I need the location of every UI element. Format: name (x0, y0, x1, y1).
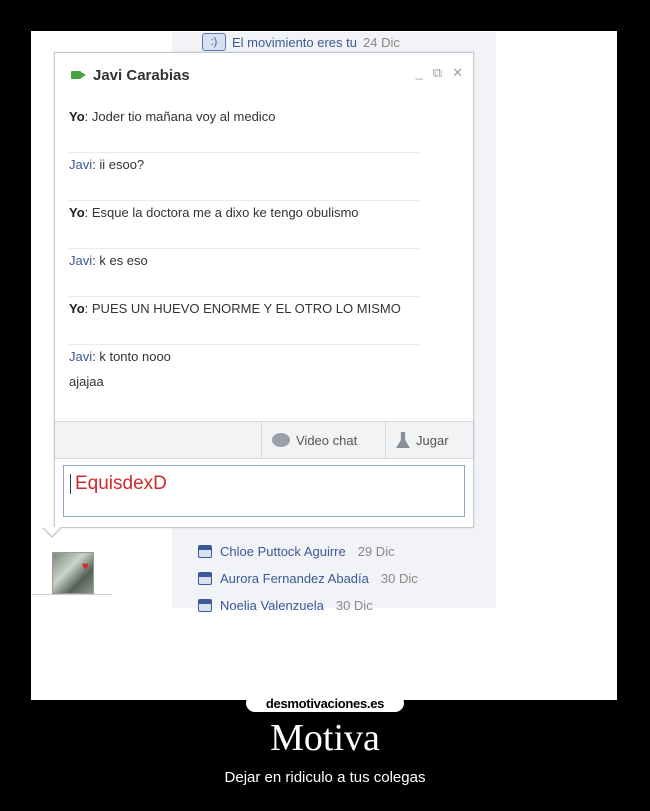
message-text: : PUES UN HUEVO ENORME Y EL OTRO LO MISM… (84, 301, 401, 316)
message-text: : ii esoo? (92, 157, 145, 172)
game-piece-icon (396, 432, 410, 448)
message-sender[interactable]: Yo (69, 109, 85, 124)
video-camera-icon (71, 71, 86, 79)
minimize-icon[interactable]: _ (416, 65, 423, 81)
video-chat-icon (272, 433, 290, 447)
notification-date: 24 Dic (363, 34, 400, 50)
message-text: : k tonto nooo (92, 349, 171, 364)
message: Javi: k es eso (69, 249, 419, 297)
chat-title[interactable]: Javi Carabias (93, 67, 190, 84)
notification-text: El movimiento eres tu (232, 34, 357, 50)
message: Javi: ii esoo? (69, 153, 419, 201)
friend-name[interactable]: Noelia Valenzuela (220, 598, 324, 613)
top-notification[interactable]: :) El movimiento eres tu 24 Dic (202, 32, 400, 52)
friend-name[interactable]: Chloe Puttock Aguirre (220, 544, 346, 559)
play-game-label: Jugar (416, 432, 449, 448)
avatar[interactable] (52, 552, 94, 594)
message-text: : Esque la doctora me a dixo ke tengo ob… (84, 205, 359, 220)
poster-title: Motiva (270, 717, 380, 759)
chat-header[interactable]: Javi Carabias _ ⧉ ✕ (55, 53, 473, 97)
message-sender[interactable]: Javi (69, 157, 92, 172)
friend-date: 30 Dic (380, 571, 418, 586)
chat-window: Javi Carabias _ ⧉ ✕ Yo: Joder tio mañana… (54, 52, 474, 528)
message-text: : k es eso (92, 253, 148, 268)
site-watermark: desmotivaciones.es (246, 694, 404, 712)
message-sender[interactable]: Javi (69, 253, 92, 268)
message-list: Yo: Joder tio mañana voy al medico Javi:… (69, 105, 459, 415)
message: Yo: PUES UN HUEVO ENORME Y EL OTRO LO MI… (69, 297, 419, 345)
poster-subtitle: Dejar en ridiculo a tus colegas (224, 769, 426, 786)
screenshot: :) El movimiento eres tu 24 Dic Javi Car… (32, 32, 616, 699)
list-item[interactable]: Aurora Fernandez Abadía 30 Dic (198, 565, 418, 592)
birthday-list: Chloe Puttock Aguirre 29 Dic Aurora Fern… (198, 538, 418, 619)
message-text: : Joder tio mañana voy al medico (84, 109, 276, 124)
video-chat-label: Video chat (296, 432, 358, 448)
site-name: desmotivaciones.es (265, 695, 385, 711)
smiley-icon: :) (202, 33, 226, 51)
calendar-icon (198, 545, 212, 558)
message-text-extra: ajajaa (69, 374, 104, 389)
chat-toolbar: Video chat Jugar (55, 421, 473, 459)
chat-pointer (42, 527, 62, 538)
play-game-button[interactable]: Jugar (385, 422, 473, 458)
message: Yo: Esque la doctora me a dixo ke tengo … (69, 201, 419, 249)
list-item[interactable]: Noelia Valenzuela 30 Dic (198, 592, 418, 619)
list-item[interactable]: Chloe Puttock Aguirre 29 Dic (198, 538, 418, 565)
message: Javi: k tonto nooo ajajaa (69, 345, 419, 415)
friend-name[interactable]: Aurora Fernandez Abadía (220, 571, 369, 586)
poster-frame: :) El movimiento eres tu 24 Dic Javi Car… (31, 31, 617, 700)
chat-input-value: EquisdexD (70, 474, 167, 494)
close-icon[interactable]: ✕ (452, 65, 463, 81)
friend-date: 30 Dic (335, 598, 373, 613)
calendar-icon (198, 599, 212, 612)
chat-tab[interactable] (32, 544, 112, 608)
window-controls: _ ⧉ ✕ (416, 65, 463, 81)
message-sender[interactable]: Javi (69, 349, 92, 364)
popout-icon[interactable]: ⧉ (433, 65, 442, 81)
message-sender[interactable]: Yo (69, 205, 85, 220)
right-column (496, 32, 616, 608)
chat-input[interactable]: EquisdexD (63, 465, 465, 517)
message: Yo: Joder tio mañana voy al medico (69, 105, 419, 153)
divider (32, 594, 112, 595)
message-sender[interactable]: Yo (69, 301, 85, 316)
calendar-icon (198, 572, 212, 585)
friend-date: 29 Dic (357, 544, 395, 559)
video-chat-button[interactable]: Video chat (261, 422, 385, 458)
